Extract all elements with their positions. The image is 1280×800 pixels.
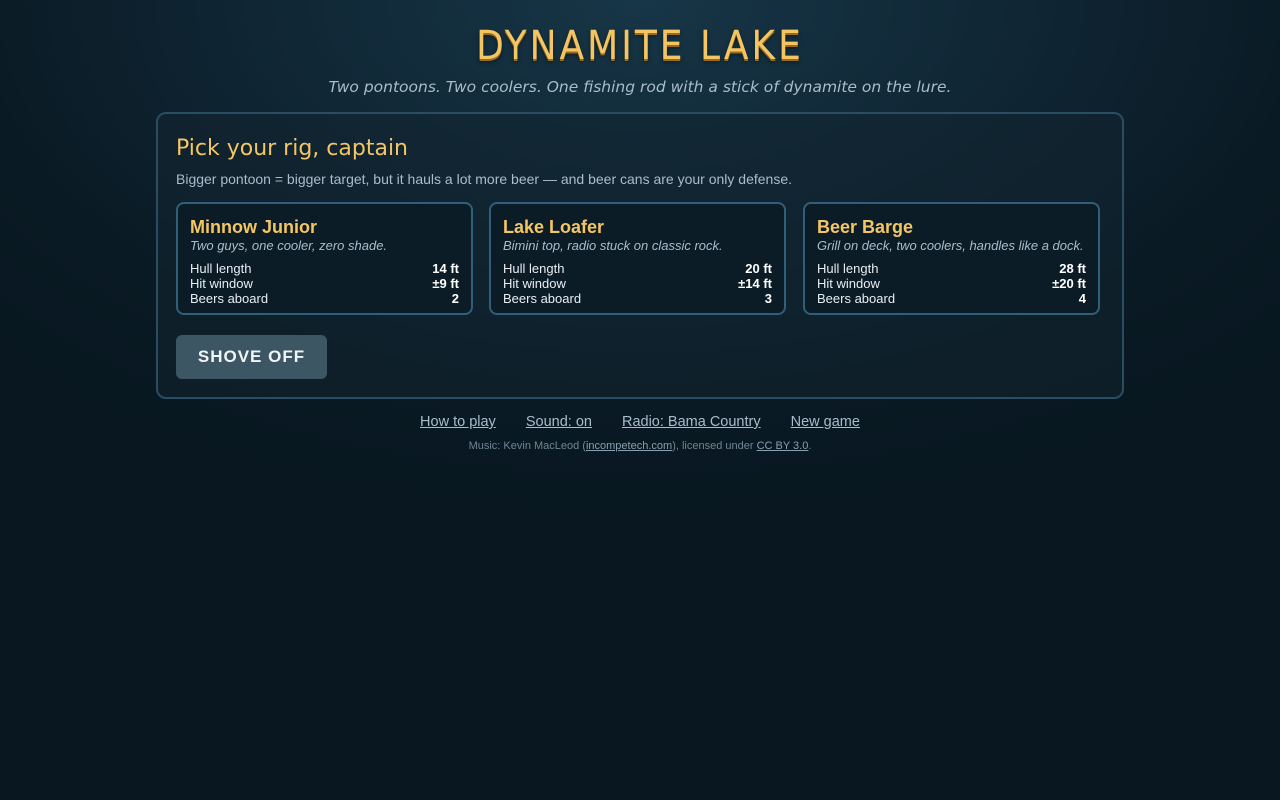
- stat-row: Hull length 14 ft: [190, 261, 459, 276]
- sound-toggle-link[interactable]: Sound: on: [526, 414, 592, 430]
- stat-label: Hit window: [190, 276, 253, 291]
- new-game-link[interactable]: New game: [791, 414, 860, 430]
- music-credit: Music: Kevin MacLeod (incompetech.com), …: [0, 439, 1280, 453]
- stat-value: 4: [1078, 291, 1086, 306]
- rig-stats: Hull length 28 ft Hit window ±20 ft Beer…: [817, 261, 1086, 306]
- rig-select-panel: Pick your rig, captain Bigger pontoon = …: [156, 112, 1124, 399]
- rig-stats: Hull length 20 ft Hit window ±14 ft Beer…: [503, 261, 772, 306]
- stat-row: Hull length 20 ft: [503, 261, 772, 276]
- stat-row: Beers aboard 4: [817, 291, 1086, 306]
- stat-value: 2: [451, 291, 459, 306]
- rig-stats: Hull length 14 ft Hit window ±9 ft Beers…: [190, 261, 459, 306]
- footer-links: How to play Sound: on Radio: Bama Countr…: [0, 412, 1280, 432]
- rig-name: Beer Barge: [817, 217, 914, 237]
- stat-label: Hull length: [190, 261, 252, 276]
- stat-row: Hit window ±14 ft: [503, 276, 772, 291]
- stat-value: 20 ft: [745, 261, 772, 276]
- stat-label: Beers aboard: [503, 291, 582, 306]
- rig-name: Minnow Junior: [190, 217, 317, 237]
- stat-label: Hit window: [503, 276, 566, 291]
- stat-row: Hull length 28 ft: [817, 261, 1086, 276]
- stat-value: ±20 ft: [1052, 276, 1086, 291]
- stat-row: Beers aboard 2: [190, 291, 459, 306]
- rig-tagline: Bimini top, radio stuck on classic rock.: [503, 238, 723, 253]
- stat-value: 14 ft: [432, 261, 459, 276]
- stat-value: ±14 ft: [738, 276, 772, 291]
- how-to-play-link[interactable]: How to play: [420, 414, 496, 430]
- stat-label: Hit window: [817, 276, 880, 291]
- stat-row: Hit window ±20 ft: [817, 276, 1086, 291]
- panel-description: Bigger pontoon = bigger target, but it h…: [176, 171, 792, 187]
- stat-label: Beers aboard: [190, 291, 269, 306]
- rig-card-minnow-junior[interactable]: Minnow Junior Two guys, one cooler, zero…: [176, 202, 473, 315]
- panel-heading: Pick your rig, captain: [176, 136, 408, 161]
- game-title: DYNAMITE LAKE: [476, 23, 804, 69]
- game-subtitle: Two pontoons. Two coolers. One fishing r…: [328, 78, 952, 96]
- radio-station-link[interactable]: Radio: Bama Country: [622, 414, 761, 430]
- stat-label: Beers aboard: [817, 291, 896, 306]
- credit-suffix: .: [808, 440, 812, 452]
- rig-tagline: Grill on deck, two coolers, handles like…: [817, 238, 1084, 253]
- rig-card-lake-loafer[interactable]: Lake Loafer Bimini top, radio stuck on c…: [489, 202, 786, 315]
- credit-prefix: Music: Kevin MacLeod (: [468, 440, 586, 452]
- stat-label: Hull length: [503, 261, 565, 276]
- stat-label: Hull length: [817, 261, 879, 276]
- shove-off-button[interactable]: SHOVE OFF: [176, 335, 327, 379]
- stat-row: Hit window ±9 ft: [190, 276, 459, 291]
- rig-card-beer-barge[interactable]: Beer Barge Grill on deck, two coolers, h…: [803, 202, 1100, 315]
- credit-middle: ), licensed under: [672, 440, 757, 452]
- stat-value: 28 ft: [1059, 261, 1086, 276]
- stat-value: 3: [764, 291, 772, 306]
- incompetech-link[interactable]: incompetech.com: [586, 440, 672, 452]
- license-link[interactable]: CC BY 3.0: [757, 440, 809, 452]
- rig-tagline: Two guys, one cooler, zero shade.: [190, 238, 388, 253]
- stat-row: Beers aboard 3: [503, 291, 772, 306]
- stat-value: ±9 ft: [432, 276, 459, 291]
- rig-name: Lake Loafer: [503, 217, 605, 237]
